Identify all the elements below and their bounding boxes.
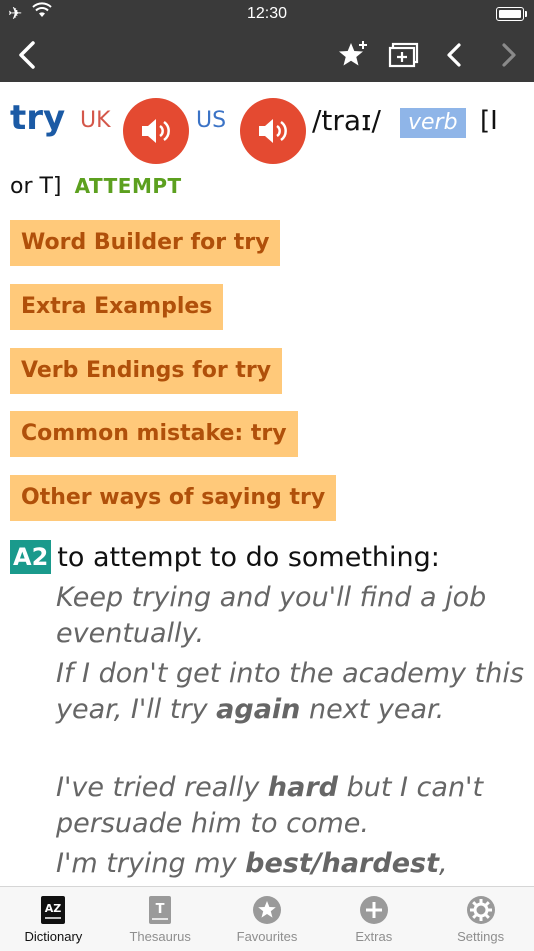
example-collocation: hard — [267, 772, 338, 803]
entry-header-continued: or T] ATTEMPT — [10, 174, 182, 204]
svg-text:T: T — [156, 902, 165, 917]
tab-favourites[interactable]: Favourites — [214, 887, 321, 951]
tab-dictionary[interactable]: AZ Dictionary — [0, 887, 107, 951]
thesaurus-icon: T — [145, 895, 175, 925]
tab-label: Settings — [457, 929, 505, 944]
next-entry-button[interactable] — [492, 38, 526, 72]
speaker-icon — [259, 119, 287, 143]
battery-icon — [496, 7, 527, 21]
grammar-code-continued: or T] — [10, 174, 62, 199]
tab-thesaurus[interactable]: T Thesaurus — [107, 887, 214, 951]
chevron-left-icon — [447, 43, 461, 67]
tab-label: Thesaurus — [129, 929, 191, 944]
top-bar: ✈ 12:30 — [0, 0, 534, 82]
speaker-icon — [142, 119, 170, 143]
tab-label: Extras — [355, 929, 393, 944]
tab-extras[interactable]: Extras — [320, 887, 427, 951]
pronunciation: /traɪ/ — [312, 104, 381, 137]
tab-label: Favourites — [236, 929, 298, 944]
previous-entry-button[interactable] — [437, 38, 471, 72]
us-label: US — [196, 108, 227, 133]
add-to-wordlist-button[interactable] — [387, 38, 421, 72]
extra-examples-panel[interactable]: Extra Examples — [10, 284, 224, 330]
star-circle-icon — [252, 895, 282, 925]
definition-text: to attempt to do something: — [57, 541, 440, 573]
example-sentence: If I don't get into the academy this yea… — [56, 658, 524, 725]
uk-audio-button[interactable] — [123, 98, 189, 164]
guideword: ATTEMPT — [74, 174, 182, 198]
example-sentence: I've tried really hard but I can't persu… — [56, 772, 484, 839]
example-sentence: I'm trying my best/hardest, — [56, 848, 448, 879]
example-collocation: best/hardest — [245, 848, 439, 879]
other-ways-panel[interactable]: Other ways of saying try — [10, 475, 337, 521]
status-time: 12:30 — [246, 5, 288, 22]
entry-header: try UK US /traɪ/ verb [I — [10, 96, 530, 168]
status-bar: ✈ 12:30 — [0, 0, 534, 30]
dictionary-icon: AZ — [38, 895, 68, 925]
gear-icon — [466, 895, 496, 925]
plus-circle-icon — [359, 895, 389, 925]
back-button[interactable] — [10, 38, 44, 72]
svg-text:AZ: AZ — [45, 902, 62, 915]
grammar-code: [I — [480, 106, 498, 136]
tab-settings[interactable]: Settings — [427, 887, 534, 951]
chevron-left-icon — [19, 41, 35, 69]
part-of-speech-badge: verb — [400, 108, 466, 138]
uk-label: UK — [80, 108, 111, 133]
verb-endings-panel[interactable]: Verb Endings for try — [10, 348, 283, 394]
bottom-tab-bar: AZ Dictionary T Thesaurus Favourites Ext… — [0, 886, 534, 951]
cefr-level-badge: A2 — [10, 540, 52, 574]
example-collocation: again — [216, 694, 301, 725]
chevron-right-icon — [502, 43, 516, 67]
sense-definition: A2 to attempt to do something: — [10, 540, 530, 574]
us-audio-button[interactable] — [240, 98, 306, 164]
example-sentence: Keep trying and you'll find a job eventu… — [56, 582, 487, 649]
star-plus-icon — [339, 41, 367, 66]
common-mistake-panel[interactable]: Common mistake: try — [10, 411, 298, 457]
word-builder-panel[interactable]: Word Builder for try — [10, 220, 281, 266]
add-card-icon — [388, 42, 419, 68]
add-favourite-button[interactable] — [336, 38, 370, 72]
headword: try — [10, 98, 66, 138]
tab-label: Dictionary — [24, 929, 83, 944]
